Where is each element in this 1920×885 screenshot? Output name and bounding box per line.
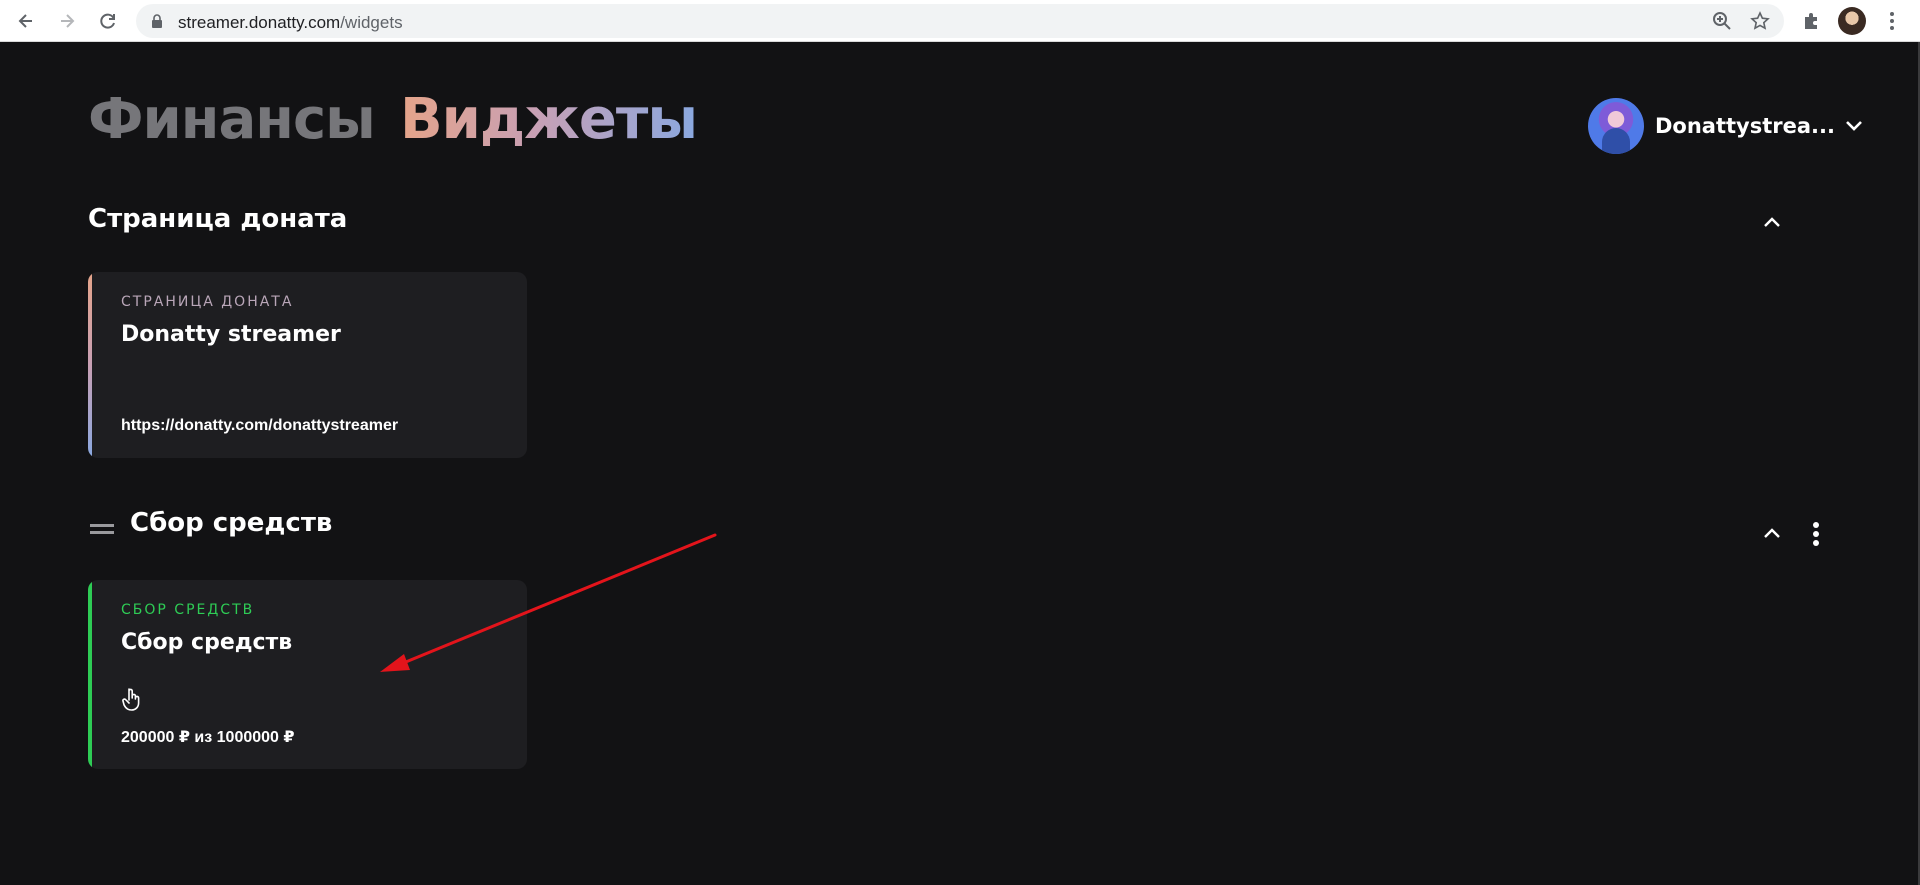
user-menu[interactable]: Donattystrea... [1588,98,1863,154]
avatar [1588,98,1644,154]
arrow-left-icon [18,14,32,28]
hand-pointer-icon [122,688,140,711]
bookmark-star-icon[interactable] [1750,11,1770,31]
card-accent-bar [88,580,92,769]
chevron-down-icon [1846,121,1862,131]
user-name: Donattystrea... [1655,114,1835,138]
browser-menu-icon[interactable] [1881,10,1903,32]
card-type-label: СТРАНИЦА ДОНАТА [121,294,294,310]
tab-widgets[interactable]: Виджеты [400,88,698,152]
url-text: streamer.donatty.com/widgets [178,13,403,33]
donation-page-card[interactable]: СТРАНИЦА ДОНАТА Donatty streamer https:/… [88,272,527,458]
reload-button[interactable] [94,7,122,35]
section-title-fundraising: Сбор средств [130,508,333,538]
donation-page-link[interactable]: https://donatty.com/donattystreamer [121,417,398,435]
collapse-donation-page-button[interactable] [1760,210,1784,234]
fundraising-progress-text: 200000 ₽ из 1000000 ₽ [121,729,295,746]
forward-button[interactable] [53,7,81,35]
more-options-icon[interactable] [1809,520,1823,548]
fundraising-card[interactable]: СБОР СРЕДСТВ Сбор средств 200000 ₽ из 10… [88,580,527,769]
card-name: Donatty streamer [121,322,341,347]
browser-toolbar: streamer.donatty.com/widgets [0,0,1920,42]
collapse-fundraising-button[interactable] [1760,521,1784,545]
address-bar[interactable]: streamer.donatty.com/widgets [136,4,1784,38]
url-path: /widgets [340,13,403,32]
drag-handle-icon[interactable] [90,524,114,534]
tab-finance[interactable]: Финансы [88,88,376,152]
reload-icon [100,13,115,29]
card-accent-bar [88,272,92,458]
card-name: Сбор средств [121,630,293,655]
browser-profile-avatar[interactable] [1838,7,1866,35]
lock-icon [152,14,162,28]
back-button[interactable] [12,7,40,35]
zoom-icon[interactable] [1712,11,1732,31]
arrow-right-icon [61,14,75,28]
chevron-up-icon [1764,528,1780,538]
card-type-label: СБОР СРЕДСТВ [121,602,255,618]
extensions-puzzle-icon[interactable] [1801,10,1823,32]
url-host: streamer.donatty.com [178,13,341,32]
chevron-up-icon [1764,217,1780,227]
section-title-donation-page: Страница доната [88,204,348,234]
